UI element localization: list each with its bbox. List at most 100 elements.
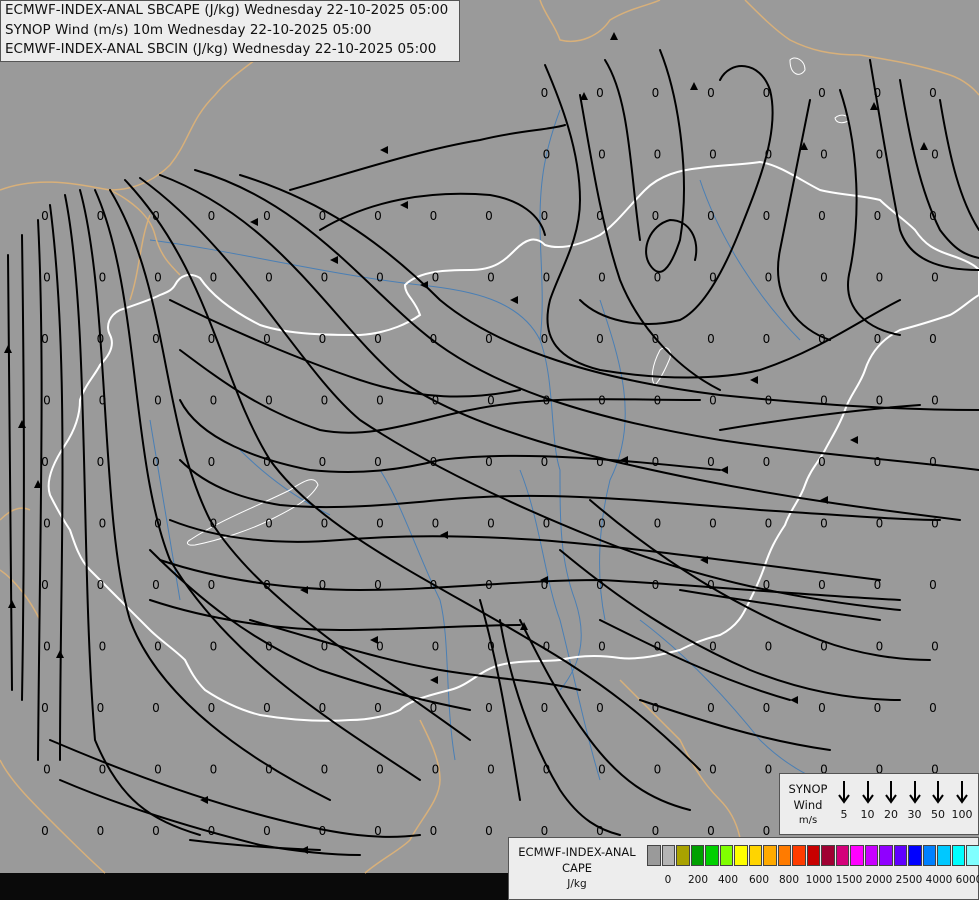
cape-tick-label: 4000 [925,874,953,886]
cape-value-label: 0 [430,455,438,469]
cape-value-label: 0 [265,763,273,777]
cape-value-label: 0 [541,86,549,100]
cape-value-label: 0 [208,455,216,469]
cape-value-label: 0 [430,701,438,715]
cape-value-label: 0 [931,517,939,531]
cape-value-label: 0 [208,332,216,346]
wind-legend-item: 20 [881,780,901,821]
cape-value-label: 0 [97,332,105,346]
cape-value-label: 0 [376,394,384,408]
cape-value-label: 0 [598,271,606,285]
cape-value-label: 0 [263,701,271,715]
cape-value-label: 0 [99,763,107,777]
cape-value-label: 0 [654,394,662,408]
cape-value-label: 0 [430,209,438,223]
cape-value-label: 0 [99,394,107,408]
cape-value-label: 0 [596,86,604,100]
cape-value-label: 0 [208,824,216,838]
cape-tick-label: 1500 [835,874,863,886]
cape-value-label: 0 [929,455,937,469]
cape-value-label: 0 [432,517,440,531]
cape-value-label: 0 [487,271,495,285]
cape-value-label: 0 [820,517,828,531]
wind-arrow-icon [838,781,850,804]
map-title-box: ECMWF-INDEX-ANAL SBCAPE (J/kg) Wednesday… [0,0,460,62]
cape-value-label: 0 [263,332,271,346]
weather-map: 0 0 0 0 0 0 0 0 0 0 0 0 0 0 0 0 0 0 0 0 0 0 0 0 0 0 0 0 0 0 0 0 0 0 0 0 0 0 0 0… [0,0,979,900]
wind-legend-item: 30 [905,780,925,821]
wind-legend-value: 10 [860,808,875,821]
cape-value-label: 0 [765,271,773,285]
cape-value-label: 0 [543,763,551,777]
cape-value-label: 0 [374,578,382,592]
cape-value-label: 0 [820,394,828,408]
cape-color-swatch [792,845,806,866]
cape-color-swatch [647,845,661,866]
cape-value-label: 0 [319,455,327,469]
cape-value-label: 0 [763,209,771,223]
cape-value-label: 0 [707,824,715,838]
cape-tick-label: 1000 [805,874,833,886]
cape-tick-label: 0 [664,874,672,886]
cape-value-label: 0 [652,701,660,715]
cape-value-label: 0 [321,763,329,777]
cape-value-label: 0 [485,824,493,838]
cape-value-label: 0 [652,209,660,223]
cape-value-label: 0 [43,640,51,654]
cape-color-swatch [908,845,922,866]
cape-value-label: 0 [432,394,440,408]
cape-value-label: 0 [376,271,384,285]
cape-value-label: 0 [374,701,382,715]
cape-value-label: 0 [319,578,327,592]
cape-value-label: 0 [652,455,660,469]
cape-value-label: 0 [818,86,826,100]
cape-value-label: 0 [374,455,382,469]
cape-value-label: 0 [97,455,105,469]
cape-value-label: 0 [598,394,606,408]
cape-value-label: 0 [874,578,882,592]
cape-value-label: 0 [321,640,329,654]
cape-color-swatch [763,845,777,866]
cape-value-label: 0 [818,209,826,223]
cape-value-label: 0 [543,148,551,162]
cape-value-label: 0 [208,209,216,223]
cape-value-label: 0 [485,701,493,715]
cape-value-label: 0 [487,640,495,654]
cape-value-label: 0 [97,824,105,838]
cape-value-label: 0 [596,824,604,838]
cape-value-label: 0 [154,271,162,285]
cape-value-label: 0 [543,271,551,285]
wind-legend-value: 20 [884,808,898,821]
cape-value-label: 0 [596,332,604,346]
cape-value-label: 0 [543,394,551,408]
cape-value-label: 0 [765,640,773,654]
cape-value-label: 0 [43,517,51,531]
cape-value-label: 0 [652,86,660,100]
cape-value-label: 0 [154,394,162,408]
wind-legend-value: 5 [840,808,848,821]
cape-value-label: 0 [487,517,495,531]
cape-value-label: 0 [929,86,937,100]
cape-value-label: 0 [929,209,937,223]
wind-legend-title: SYNOP Wind m/s [788,782,828,826]
cape-value-label: 0 [432,640,440,654]
cape-value-label: 0 [374,824,382,838]
cape-value-label: 0 [707,332,715,346]
cape-value-label: 0 [41,824,49,838]
cape-value-label: 0 [543,517,551,531]
cape-value-label: 0 [763,332,771,346]
cape-value-label: 0 [210,763,218,777]
cape-value-label: 0 [210,517,218,531]
wind-arrow-icon [861,781,874,804]
cape-value-label: 0 [541,332,549,346]
cape-legend: ECMWF-INDEX-ANAL CAPE J/kg 0 200 400 600 800… [508,837,979,900]
cape-value-label: 0 [709,148,717,162]
cape-value-label: 0 [152,578,160,592]
cape-color-swatch [734,845,748,866]
cape-value-label: 0 [874,332,882,346]
cape-value-label: 0 [152,209,160,223]
cape-value-label: 0 [709,763,717,777]
cape-value-label: 0 [707,701,715,715]
cape-value-label: 0 [99,517,107,531]
cape-value-label: 0 [765,394,773,408]
